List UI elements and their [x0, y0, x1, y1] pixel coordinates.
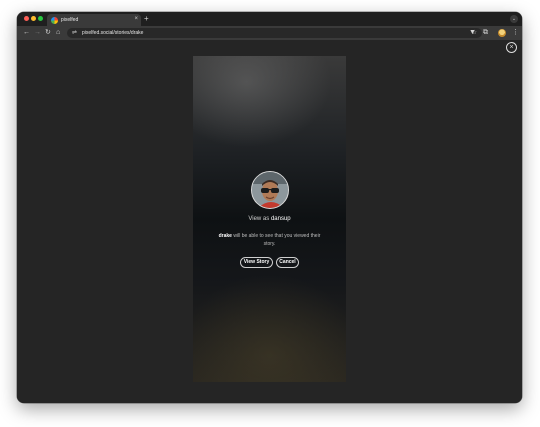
close-story-icon[interactable]: ×	[506, 42, 517, 53]
cancel-button[interactable]: Cancel	[276, 257, 299, 268]
view-as-username: dansup	[270, 216, 291, 222]
tab-search-button[interactable]: ⌄	[510, 15, 518, 23]
story-card: View as dansup drake will be able to see…	[193, 56, 346, 382]
browser-window: pixelfed × + ⌄ ← → ↻ ⌂ ⇌ pixelfed.social…	[17, 12, 522, 403]
person-sunglasses-icon	[252, 172, 288, 208]
home-icon[interactable]: ⌂	[56, 26, 60, 40]
story-owner-name: drake	[218, 233, 232, 239]
forward-icon[interactable]: →	[34, 26, 41, 40]
pixelfed-favicon-icon	[51, 16, 58, 24]
extensions-puzzle-icon[interactable]: ⧉	[483, 26, 488, 40]
view-story-button[interactable]: View Story	[240, 257, 273, 268]
tab-pixelfed[interactable]: pixelfed ×	[47, 14, 141, 26]
view-notice-text: will be able to see that you viewed thei…	[231, 233, 321, 247]
browser-toolbar: ← → ↻ ⌂ ⇌ pixelfed.social/stories/drake …	[17, 26, 522, 40]
tab-title: pixelfed	[61, 17, 79, 23]
browser-menu-icon[interactable]: ⋮	[512, 26, 519, 40]
new-tab-button[interactable]: +	[144, 14, 149, 24]
view-as-label: View as	[248, 216, 270, 222]
extension-icon[interactable]: ▼	[469, 26, 476, 40]
page-content: × View as dansup drake will be able to s…	[17, 40, 522, 403]
tab-strip: pixelfed × + ⌄	[17, 12, 522, 26]
profile-avatar[interactable]	[498, 29, 506, 37]
story-avatar	[251, 171, 289, 209]
tab-close-icon[interactable]: ×	[134, 15, 138, 24]
maximize-window-button[interactable]	[38, 16, 43, 21]
url-text[interactable]: pixelfed.social/stories/drake	[82, 28, 143, 38]
view-as-text: View as dansup	[193, 216, 346, 222]
back-icon[interactable]: ←	[23, 26, 30, 40]
site-info-icon[interactable]: ⇌	[72, 28, 77, 38]
view-notice: drake will be able to see that you viewe…	[215, 232, 324, 248]
minimize-window-button[interactable]	[31, 16, 36, 21]
close-window-button[interactable]	[24, 16, 29, 21]
address-bar[interactable]: ⇌ pixelfed.social/stories/drake ☆	[67, 28, 482, 38]
reload-icon[interactable]: ↻	[45, 26, 51, 40]
